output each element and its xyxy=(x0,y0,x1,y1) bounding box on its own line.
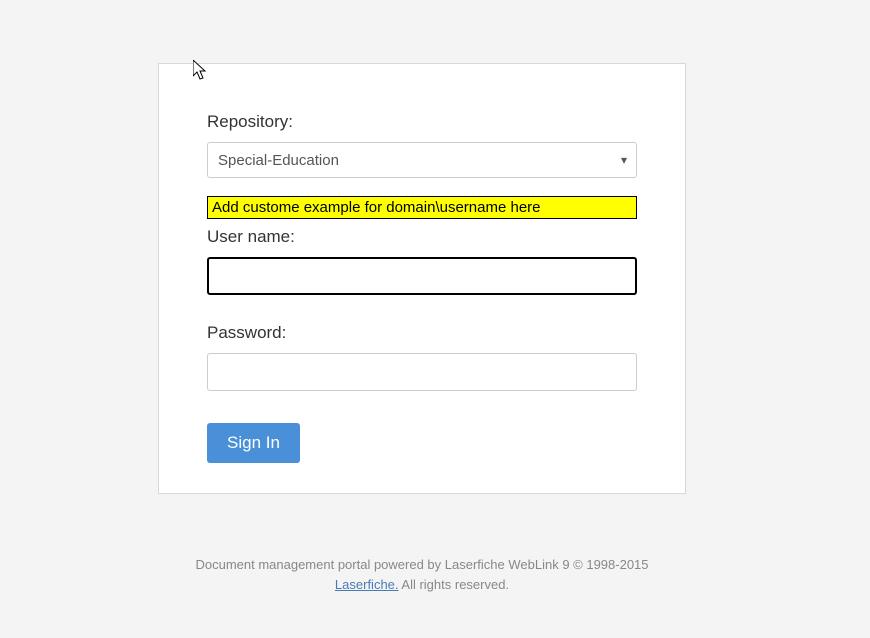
username-label: User name: xyxy=(207,227,637,247)
username-group: User name: xyxy=(207,227,637,295)
password-input[interactable] xyxy=(207,353,637,391)
laserfiche-link[interactable]: Laserfiche. xyxy=(335,577,399,592)
repository-label: Repository: xyxy=(207,112,637,132)
footer: Document management portal powered by La… xyxy=(158,555,686,594)
repository-select[interactable]: Special-Education xyxy=(207,142,637,178)
repository-select-wrapper: Special-Education ▾ xyxy=(207,142,637,178)
password-label: Password: xyxy=(207,323,637,343)
username-input[interactable] xyxy=(207,257,637,295)
password-group: Password: xyxy=(207,323,637,391)
footer-line1: Document management portal powered by La… xyxy=(195,557,648,572)
annotation-highlight: Add custome example for domain\username … xyxy=(207,196,637,219)
login-panel: Repository: Special-Education ▾ Add cust… xyxy=(158,63,686,494)
signin-button[interactable]: Sign In xyxy=(207,423,300,463)
footer-rights: All rights reserved. xyxy=(399,577,510,592)
